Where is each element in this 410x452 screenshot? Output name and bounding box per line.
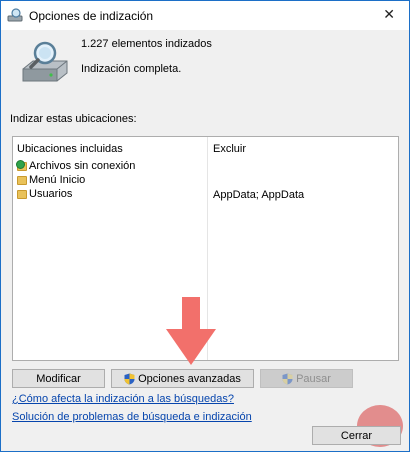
exclude-value: AppData; AppData — [213, 189, 305, 201]
modify-button[interactable]: Modificar — [12, 369, 105, 388]
folder-icon — [17, 189, 27, 199]
uac-shield-icon — [124, 373, 135, 384]
magnifier-app-icon — [7, 8, 23, 22]
indexing-status: Indización completa. — [81, 63, 182, 75]
list-item[interactable]: Archivos sin conexión — [16, 159, 136, 173]
how-indexing-affects-link[interactable]: ¿Cómo afecta la indización a las búsqued… — [12, 393, 234, 405]
indexing-options-window: Opciones de indización ✕ 1.227 elementos… — [0, 0, 410, 452]
list-item[interactable]: Menú Inicio — [17, 173, 85, 187]
hard-drive-search-icon — [22, 41, 68, 82]
folder-icon — [17, 175, 27, 185]
uac-shield-icon — [282, 373, 293, 384]
advanced-options-label: Opciones avanzadas — [138, 372, 241, 385]
down-arrow-annotation — [166, 297, 216, 365]
troubleshoot-link[interactable]: Solución de problemas de búsqueda e indi… — [12, 411, 252, 423]
included-locations-header: Ubicaciones incluidas — [17, 143, 123, 155]
close-button[interactable]: Cerrar — [312, 426, 401, 445]
close-icon[interactable]: ✕ — [383, 6, 395, 22]
indexed-items-count: 1.227 elementos indizados — [81, 38, 212, 50]
advanced-options-button[interactable]: Opciones avanzadas — [111, 369, 254, 388]
list-item[interactable]: Usuarios — [17, 187, 72, 201]
location-name: Archivos sin conexión — [29, 160, 136, 172]
locations-heading: Indizar estas ubicaciones: — [10, 113, 137, 125]
window-title: Opciones de indización — [29, 9, 154, 23]
exclude-header: Excluir — [213, 143, 247, 155]
pause-label: Pausar — [296, 372, 331, 385]
pause-button: Pausar — [260, 369, 353, 388]
location-name: Usuarios — [29, 188, 73, 200]
location-name: Menú Inicio — [29, 174, 86, 186]
offline-folder-icon — [16, 159, 27, 171]
title-bar: Opciones de indización ✕ — [1, 1, 409, 30]
